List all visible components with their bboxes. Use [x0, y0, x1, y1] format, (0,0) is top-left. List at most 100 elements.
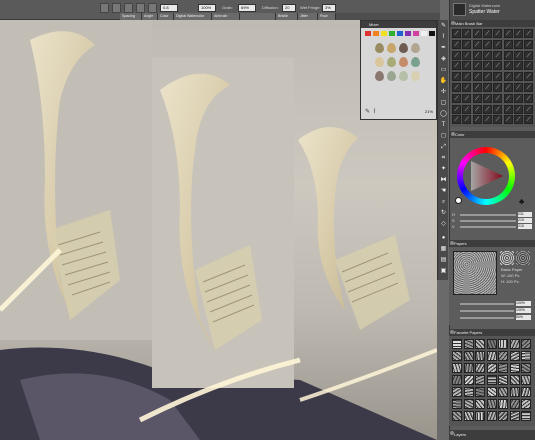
paper-slider-track[interactable] [460, 310, 514, 312]
palette-swatch[interactable] [397, 31, 403, 36]
brush-variant-icon[interactable]: ⟋ [513, 72, 523, 82]
close-icon[interactable] [450, 431, 454, 435]
paper-texture-swatch[interactable] [475, 399, 485, 409]
palette-swatch[interactable] [405, 31, 411, 36]
brush-icon[interactable] [100, 3, 109, 13]
paper-texture-swatch[interactable] [463, 339, 474, 349]
paper-icon[interactable]: ▦ [439, 245, 448, 254]
eraser-icon[interactable]: ▭ [439, 66, 448, 75]
brush-variant-icon[interactable]: ⟋ [462, 50, 472, 60]
crop-icon[interactable]: ⌗ [439, 154, 448, 163]
brush-variant-icon[interactable]: ⟋ [452, 104, 461, 114]
mixer-color-drop[interactable] [399, 43, 408, 53]
brush-variant-icon[interactable]: ⟋ [524, 50, 534, 60]
mixer-color-drop[interactable] [399, 71, 408, 81]
brush-variant-icon[interactable]: ⟋ [524, 61, 534, 71]
paper-texture-swatch[interactable] [498, 339, 508, 349]
brush-variant-icon[interactable]: ⟋ [503, 115, 513, 125]
brush-variant-icon[interactable]: ⟋ [452, 29, 461, 38]
paper-texture-swatch[interactable] [486, 363, 497, 373]
palette-swatch[interactable] [365, 31, 371, 36]
paper-texture-swatch[interactable] [486, 351, 497, 361]
paper-slider-value[interactable]: 100% [516, 301, 531, 306]
brush-variant-icon[interactable]: ⟋ [503, 29, 513, 38]
brush-variant-icon[interactable]: ⟋ [493, 104, 503, 114]
tab-blank[interactable] [240, 13, 276, 20]
brush-variant-icon[interactable]: ⟋ [493, 115, 503, 125]
slider-value[interactable]: 219 [518, 218, 532, 223]
main-color-icon[interactable]: ● [439, 234, 448, 243]
paper-texture-swatch[interactable] [463, 351, 474, 361]
paper-texture-swatch[interactable] [452, 411, 462, 421]
tab-angle[interactable]: Angle [142, 13, 158, 20]
brush-variant-icon[interactable]: ⟋ [462, 72, 472, 82]
mixer-color-drop[interactable] [387, 57, 396, 67]
shape-icon[interactable]: ◻ [439, 132, 448, 141]
brush-variant-icon[interactable]: ⟋ [482, 39, 492, 49]
paper-texture-swatch[interactable] [509, 387, 520, 397]
paper-texture-swatch[interactable] [486, 411, 497, 421]
paper-texture-swatch[interactable] [475, 375, 485, 385]
close-icon[interactable] [451, 132, 455, 136]
brush-variant-icon[interactable]: ⟋ [462, 104, 472, 114]
paper-texture-swatch[interactable] [452, 339, 462, 349]
magic-wand-icon[interactable]: ✦ [439, 165, 448, 174]
brush-variant-icon[interactable]: ⟋ [462, 29, 472, 38]
brush-variant-icon[interactable]: ⟋ [472, 72, 482, 82]
paper-slider-track[interactable] [460, 303, 514, 305]
mixer-color-drop[interactable] [399, 57, 408, 67]
brush-variant-icon[interactable]: ⟋ [472, 115, 482, 125]
mixer-color-drop[interactable] [375, 43, 384, 53]
lasso-icon[interactable]: ◯ [439, 110, 448, 119]
palette-swatch[interactable] [381, 31, 387, 36]
paper-texture-swatch[interactable] [521, 387, 531, 397]
dropper-icon[interactable] [124, 3, 133, 13]
text-icon[interactable]: T [439, 121, 448, 130]
brush-variant-icon[interactable]: ⟋ [503, 61, 513, 71]
slider-track[interactable] [460, 214, 516, 216]
brush-icon[interactable]: ✎ [439, 22, 448, 31]
paper-texture-swatch[interactable] [475, 387, 485, 397]
brush-variant-icon[interactable]: ⟋ [524, 29, 534, 38]
mixer-brush-icon[interactable]: ✎ [365, 109, 371, 115]
dropper-icon[interactable]: ⌇ [439, 33, 448, 42]
brush-variant-icon[interactable]: ⟋ [513, 115, 523, 125]
paper-texture-swatch[interactable] [521, 375, 531, 385]
brush-variant-icon[interactable]: ⟋ [503, 83, 513, 92]
brush-variant-icon[interactable]: ⟋ [493, 72, 503, 82]
paper-texture-swatch[interactable] [498, 351, 508, 361]
paper-texture-swatch[interactable] [498, 399, 508, 409]
mixer-color-drop[interactable] [387, 43, 396, 53]
palette-swatch[interactable] [413, 31, 419, 36]
brush-variant-icon[interactable]: ⟋ [452, 61, 461, 71]
brush-variant-icon[interactable]: ⟋ [524, 83, 534, 92]
color-triangle[interactable] [469, 159, 505, 193]
brush-variant-icon[interactable]: ⟋ [472, 29, 482, 38]
brush-variant-icon[interactable]: ⟋ [524, 93, 534, 103]
layer-adjuster-icon[interactable]: ✢ [439, 88, 448, 97]
paper-texture-swatch[interactable] [509, 351, 520, 361]
paper-swatch[interactable] [453, 251, 497, 295]
grid-icon[interactable]: ▤ [439, 256, 448, 265]
brush-variant-icon[interactable]: ⟋ [472, 50, 482, 60]
brush-variant-icon[interactable]: ⟋ [452, 83, 461, 92]
mixer-dropper-icon[interactable]: ⌇ [373, 109, 379, 115]
paper-texture-swatch[interactable] [452, 363, 462, 373]
paper-texture-swatch[interactable] [509, 375, 520, 385]
paper-texture-swatch[interactable] [498, 411, 508, 421]
brush-variant-icon[interactable]: ⟋ [503, 39, 513, 49]
additional-color-icon[interactable] [455, 197, 462, 204]
brush-variant-icon[interactable]: ⟋ [482, 115, 492, 125]
paper-texture-swatch[interactable] [509, 411, 520, 421]
paper-texture-swatch[interactable] [452, 399, 462, 409]
brush-variant-icon[interactable]: ⟋ [493, 50, 503, 60]
paper-texture-swatch[interactable] [475, 411, 485, 421]
brush-variant-icon[interactable]: ⟋ [513, 93, 523, 103]
brush-variant-icon[interactable]: ⟋ [452, 39, 461, 49]
paper-texture-swatch[interactable] [509, 339, 520, 349]
paper-texture-swatch[interactable] [521, 351, 531, 361]
brush-variant-icon[interactable]: ⟋ [524, 72, 534, 82]
palette-swatch[interactable] [389, 31, 395, 36]
close-icon[interactable] [450, 330, 454, 334]
paper-texture-swatch[interactable] [498, 375, 508, 385]
